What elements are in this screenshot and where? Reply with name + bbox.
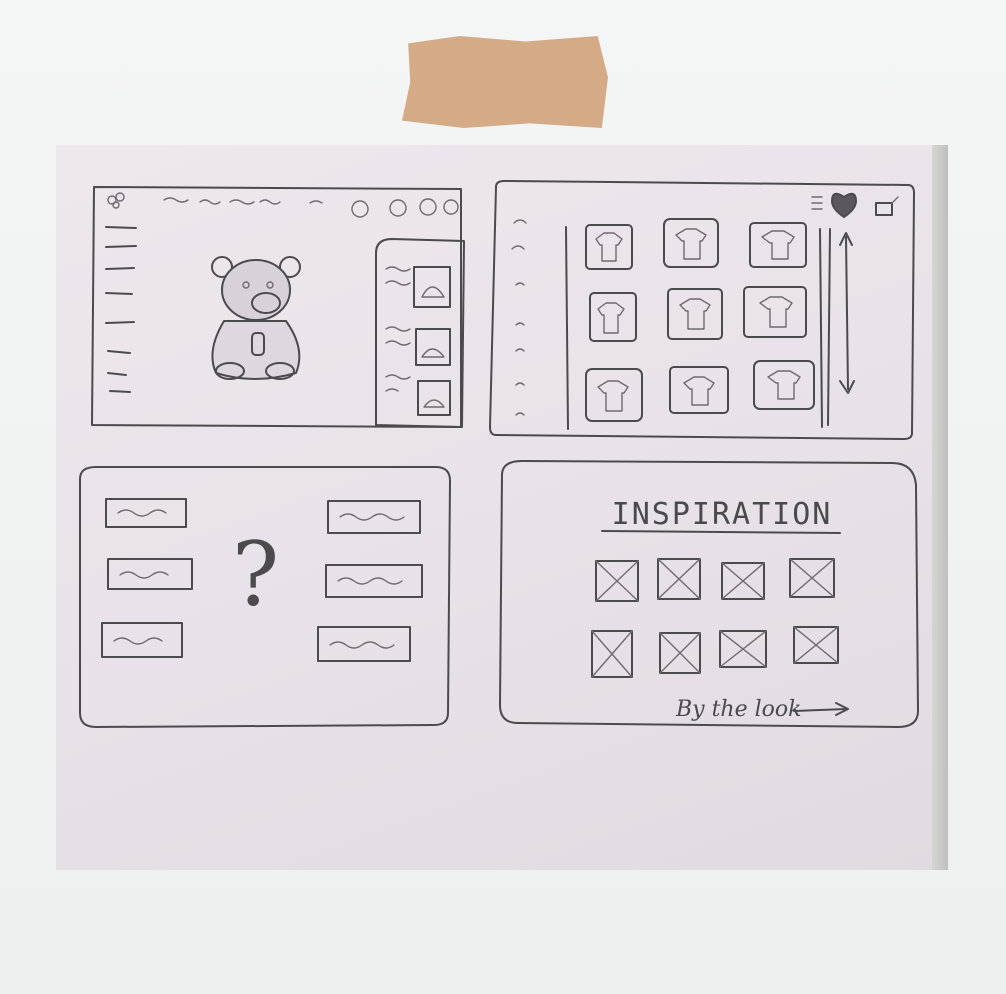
t-shirt-icon	[669, 366, 729, 414]
social-icon-p	[443, 199, 459, 215]
question-mark: ?	[232, 523, 280, 626]
t-shirt-icon	[585, 368, 643, 422]
arrow-right-icon	[793, 702, 849, 716]
panel-home	[91, 186, 465, 428]
placeholder-x-icon	[657, 558, 701, 600]
sketch-photo: ? INSPIRATION By the look	[56, 145, 948, 870]
menu-icon	[811, 196, 823, 210]
social-icon-g	[351, 200, 369, 218]
placeholder-x-icon	[789, 558, 835, 598]
logo-icon	[107, 192, 125, 209]
product-list	[385, 266, 451, 416]
nav-item	[309, 200, 323, 204]
product-grid	[585, 218, 815, 422]
t-shirt-icon	[667, 288, 723, 340]
masking-tape	[402, 36, 608, 128]
cart-icon	[875, 196, 899, 216]
option-box	[101, 622, 183, 658]
placeholder-x-icon	[721, 562, 765, 600]
placeholder-x-icon	[591, 630, 633, 678]
placeholder-x-icon	[659, 632, 701, 674]
nav-item	[199, 199, 221, 205]
inspiration-title: INSPIRATION	[611, 497, 833, 532]
nav-item	[259, 199, 281, 205]
nav-item	[163, 197, 189, 203]
nav-item	[229, 199, 255, 205]
heart-icon	[831, 192, 857, 218]
by-the-look-link[interactable]: By the look	[676, 697, 801, 722]
social-icon-in	[389, 199, 407, 217]
t-shirt-icon	[749, 222, 807, 268]
t-shirt-icon	[663, 218, 719, 268]
placeholder-x-icon	[793, 626, 839, 664]
placeholder-x-icon	[719, 630, 767, 668]
side-menu	[105, 226, 137, 393]
social-icon-f	[419, 198, 437, 216]
bear-drawing	[211, 256, 301, 380]
look-grid	[591, 558, 839, 678]
option-box	[327, 500, 421, 534]
category-list	[511, 219, 527, 416]
placeholder-x-icon	[595, 560, 639, 602]
t-shirt-icon	[753, 360, 815, 410]
option-box	[325, 564, 423, 598]
scroll-arrow-icon	[839, 232, 855, 394]
panel-shop	[489, 180, 915, 440]
t-shirt-icon	[585, 224, 633, 270]
t-shirt-icon	[743, 286, 807, 338]
t-shirt-icon	[589, 292, 637, 342]
